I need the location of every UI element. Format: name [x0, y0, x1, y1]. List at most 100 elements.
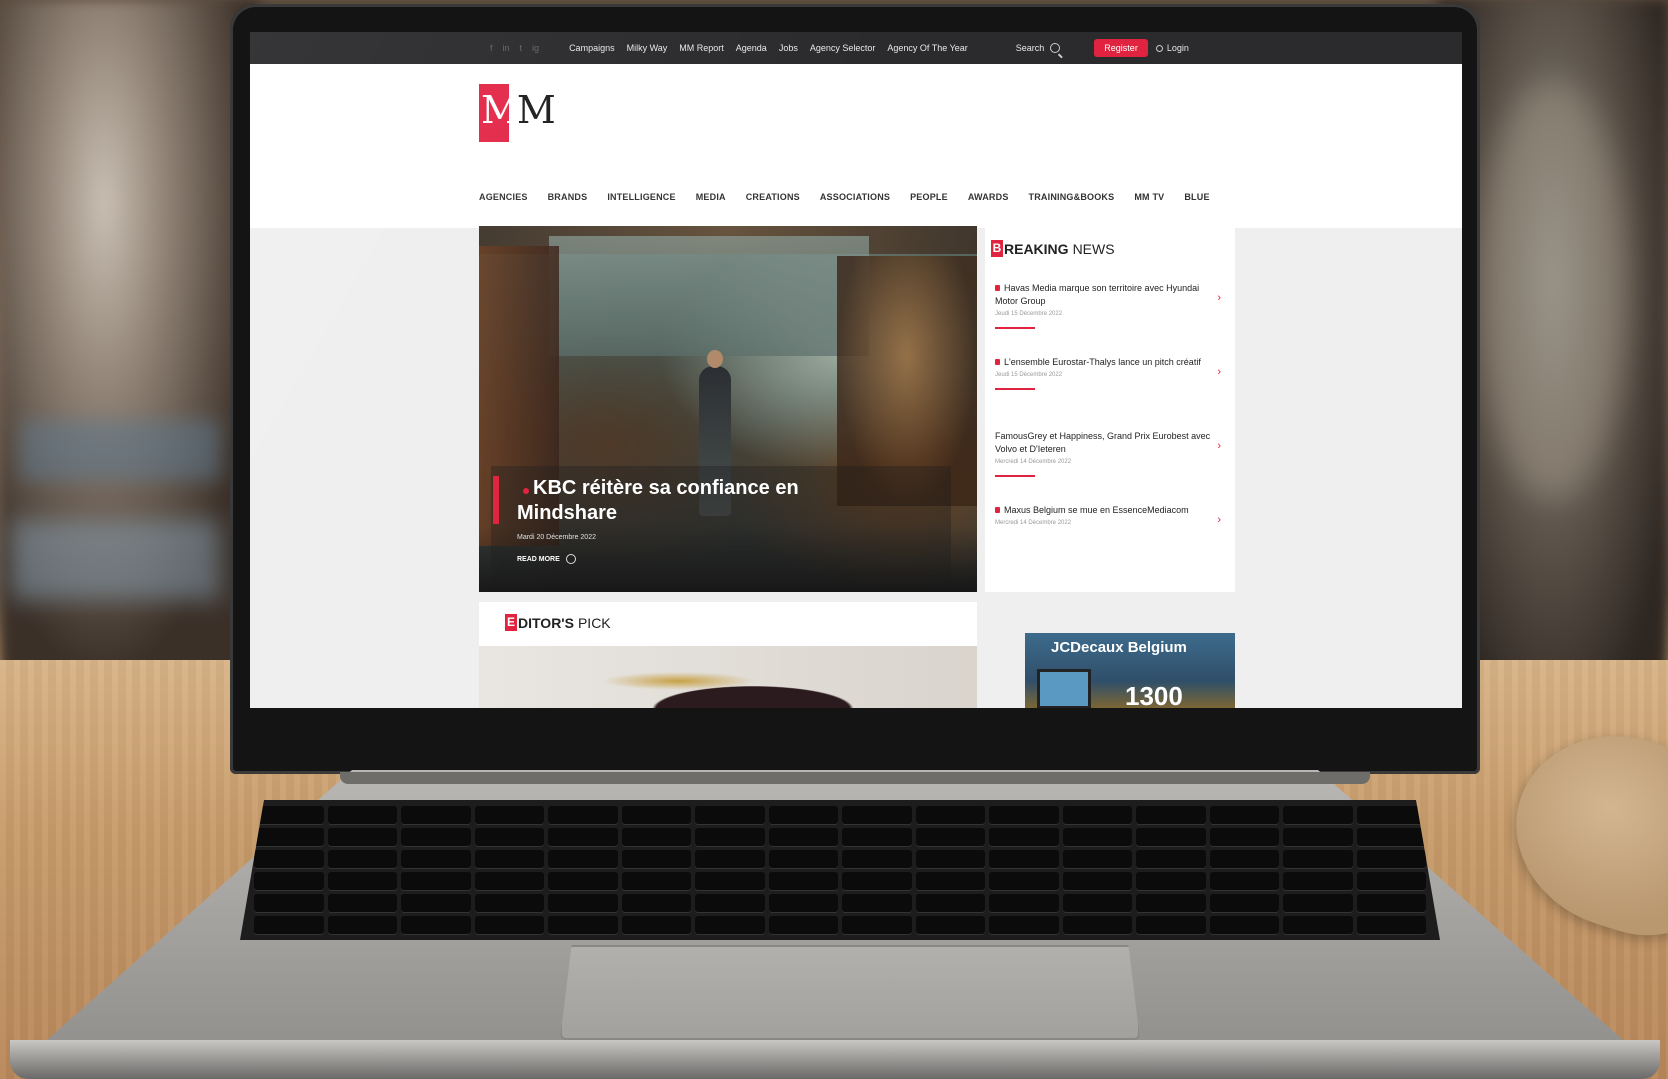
keyboard-key — [989, 828, 1059, 846]
keyboard-key — [695, 828, 765, 846]
keyboard-key — [1062, 872, 1132, 890]
keyboard-key — [1283, 872, 1353, 890]
hero-title[interactable]: KBC réitère sa confiance en Mindshare — [517, 476, 847, 526]
nav-blue[interactable]: BLUE — [1184, 192, 1209, 202]
news-item[interactable]: Maxus Belgium se mue en EssenceMediacom … — [995, 504, 1221, 526]
keyboard-key — [1062, 828, 1132, 846]
nav-associations[interactable]: ASSOCIATIONS — [820, 192, 890, 202]
ad-title: JCDecaux Belgium — [1051, 639, 1187, 656]
keyboard-key — [327, 806, 397, 824]
keyboard-key — [621, 916, 691, 934]
keyboard-key — [1356, 916, 1426, 934]
keyboard-key — [768, 806, 838, 824]
keyboard-key — [621, 828, 691, 846]
keyboard-key — [1062, 850, 1132, 868]
keyboard-key — [989, 916, 1059, 934]
nav-people[interactable]: PEOPLE — [910, 192, 948, 202]
hero-article[interactable]: KBC réitère sa confiance en Mindshare Ma… — [479, 226, 977, 592]
twitter-icon[interactable]: t — [520, 43, 523, 53]
keyboard-key — [842, 916, 912, 934]
news-item-title: L'ensemble Eurostar-Thalys lance un pitc… — [1004, 357, 1201, 367]
keyboard-key — [254, 916, 324, 934]
keyboard-key — [621, 850, 691, 868]
main-nav: AGENCIES BRANDS INTELLIGENCE MEDIA CREAT… — [479, 192, 1210, 202]
keyboard-key — [254, 872, 324, 890]
keyboard-key — [327, 850, 397, 868]
keyboard-key — [842, 850, 912, 868]
nav-creations[interactable]: CREATIONS — [746, 192, 800, 202]
keyboard-key — [915, 916, 985, 934]
keyboard-key — [768, 828, 838, 846]
topnav-mm-report[interactable]: MM Report — [679, 43, 724, 53]
chevron-right-icon[interactable]: › — [1217, 440, 1221, 452]
nav-intelligence[interactable]: INTELLIGENCE — [607, 192, 675, 202]
chevron-right-icon[interactable]: › — [1217, 514, 1221, 526]
topnav-jobs[interactable]: Jobs — [779, 43, 798, 53]
laptop-screen: f in t ig Campaigns Milky Way MM Report … — [250, 32, 1462, 708]
nav-agencies[interactable]: AGENCIES — [479, 192, 528, 202]
register-button[interactable]: Register — [1094, 39, 1148, 57]
editors-pick-title: E DITOR'S PICK — [505, 614, 611, 631]
site-header: MM AGENCIES BRANDS INTELLIGENCE MEDIA CR… — [250, 64, 1462, 228]
keyboard-key — [327, 828, 397, 846]
nav-awards[interactable]: AWARDS — [968, 192, 1009, 202]
news-item[interactable]: FamousGrey et Happiness, Grand Prix Euro… — [995, 430, 1221, 477]
keyboard-key — [474, 828, 544, 846]
keyboard-key — [1209, 872, 1279, 890]
keyboard-key — [915, 806, 985, 824]
search-label: Search — [1015, 43, 1045, 53]
nav-brands[interactable]: BRANDS — [548, 192, 588, 202]
topnav-agenda[interactable]: Agenda — [736, 43, 767, 53]
keyboard-key — [474, 872, 544, 890]
search-link[interactable]: Search — [1016, 43, 1061, 53]
keyboard-key — [1209, 828, 1279, 846]
jcdecaux-ad-banner[interactable]: JCDecaux Belgium 1300 — [1025, 633, 1235, 708]
nav-media[interactable]: MEDIA — [696, 192, 726, 202]
linkedin-icon[interactable]: in — [503, 43, 510, 53]
facebook-icon[interactable]: f — [490, 43, 493, 53]
keyboard-key — [1356, 872, 1426, 890]
keyboard-key — [1356, 894, 1426, 912]
breaking-news-panel: B REAKING NEWS Havas Media marque son te… — [985, 226, 1235, 592]
editors-word-2: PICK — [577, 614, 611, 631]
chevron-right-icon[interactable]: › — [1217, 366, 1221, 378]
keyboard-key — [548, 828, 618, 846]
breaking-word-1: REAKING — [1004, 240, 1069, 257]
keyboard-key — [768, 916, 838, 934]
mm-logo[interactable]: MM — [479, 80, 556, 144]
read-more-link[interactable]: READ MORE — [517, 554, 576, 564]
keyboard-key — [768, 894, 838, 912]
chevron-right-icon[interactable]: › — [1217, 292, 1221, 304]
keyboard-key — [1062, 894, 1132, 912]
news-item[interactable]: L'ensemble Eurostar-Thalys lance un pitc… — [995, 356, 1221, 390]
logo-letter-2: M — [516, 88, 556, 132]
keyboard-key — [401, 916, 471, 934]
topnav-agency-selector[interactable]: Agency Selector — [810, 43, 876, 53]
topnav-agency-of-the-year[interactable]: Agency Of The Year — [887, 43, 967, 53]
laptop-trackpad — [560, 945, 1140, 1040]
breaking-news-badge: B — [991, 240, 1003, 257]
keyboard-key — [915, 894, 985, 912]
keyboard-key — [548, 806, 618, 824]
keyboard-key — [768, 850, 838, 868]
topnav-milky-way[interactable]: Milky Way — [627, 43, 668, 53]
news-item[interactable]: Havas Media marque son territoire avec H… — [995, 282, 1221, 329]
arrow-circle-icon — [565, 554, 576, 564]
keyboard-key — [915, 850, 985, 868]
editors-pick-image[interactable] — [479, 646, 977, 708]
search-icon — [1050, 43, 1061, 53]
ad-number: 1300 — [1125, 681, 1183, 708]
login-link[interactable]: Login — [1155, 43, 1189, 53]
keyboard-key — [1283, 806, 1353, 824]
keyboard-key — [327, 916, 397, 934]
topnav-campaigns[interactable]: Campaigns — [569, 43, 615, 53]
nav-mm-tv[interactable]: MM TV — [1134, 192, 1164, 202]
instagram-icon[interactable]: ig — [532, 43, 539, 53]
nav-training-books[interactable]: TRAINING&BOOKS — [1029, 192, 1115, 202]
keyboard-key — [1209, 850, 1279, 868]
keyboard-key — [254, 850, 324, 868]
keyboard-key — [401, 872, 471, 890]
keyboard-key — [695, 916, 765, 934]
keyboard-key — [1136, 828, 1206, 846]
keyboard-key — [1136, 872, 1206, 890]
